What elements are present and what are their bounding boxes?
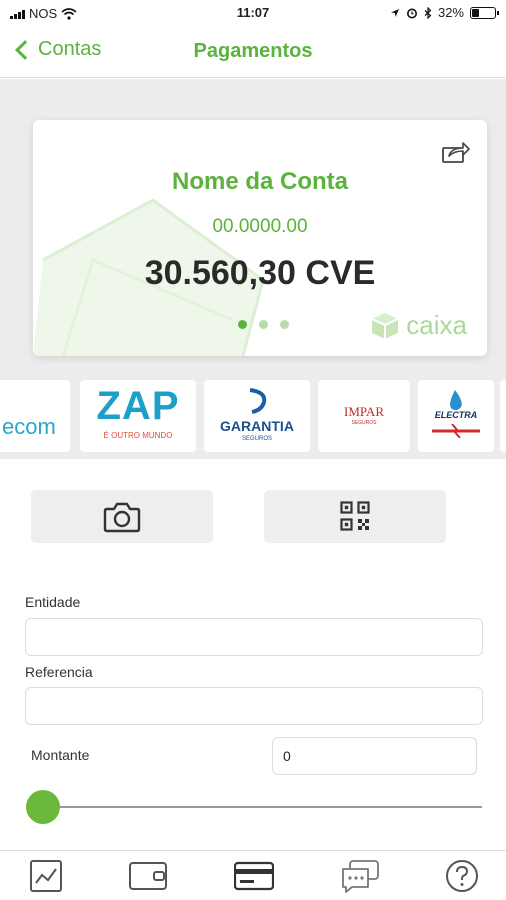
- merchant-name: IMPAR: [344, 404, 384, 419]
- page-dot[interactable]: [259, 320, 268, 329]
- merchant-tagline: SEGUROS: [241, 436, 272, 442]
- battery-icon: [470, 6, 499, 19]
- merchant-logo-zap[interactable]: ZAP É OUTRO MUNDO: [80, 380, 196, 452]
- merchant-logo-partial[interactable]: [500, 380, 506, 452]
- caixa-cube-icon: [371, 312, 399, 339]
- account-balance: 30.560,30 CVE: [144, 254, 376, 292]
- share-icon[interactable]: [441, 140, 471, 164]
- page-title: Pagamentos: [193, 40, 313, 62]
- entidade-input[interactable]: [26, 619, 482, 655]
- navigation-bar: Contas Pagamentos: [0, 28, 506, 78]
- status-right: 32%: [390, 5, 499, 20]
- chat-icon: [342, 860, 379, 893]
- montante-field[interactable]: [272, 737, 477, 775]
- water-drop-icon: [450, 390, 462, 411]
- slider-thumb[interactable]: [26, 790, 60, 824]
- brand-name: caixa: [406, 310, 467, 340]
- status-bar: NOS 11:07 32%: [0, 0, 506, 28]
- help-icon: [446, 860, 478, 892]
- merchant-name: ELECTRA: [434, 410, 478, 420]
- card-icon: [233, 861, 275, 891]
- page-dot[interactable]: [238, 320, 247, 329]
- referencia-label: Referencia: [25, 664, 93, 680]
- battery-percent: 32%: [437, 5, 464, 20]
- tab-help[interactable]: [442, 857, 482, 895]
- merchant-logo-impar[interactable]: IMPAR SEGUROS: [318, 380, 410, 452]
- montante-input[interactable]: [273, 738, 476, 774]
- referencia-field[interactable]: [25, 687, 483, 725]
- merchant-tagline: É OUTRO MUNDO: [103, 431, 173, 440]
- qr-scan-button[interactable]: [264, 490, 446, 543]
- wallet-icon: [129, 862, 167, 890]
- camera-icon: [103, 502, 141, 533]
- entidade-label: Entidade: [25, 594, 81, 610]
- account-name: Nome da Conta: [171, 168, 348, 195]
- qr-code-icon: [340, 501, 370, 531]
- account-card[interactable]: Nome da Conta 00.0000.00 30.560,30 CVE c…: [33, 120, 487, 356]
- camera-button[interactable]: [31, 490, 213, 543]
- page-indicator[interactable]: [238, 320, 289, 329]
- garantia-mark-icon: [249, 388, 267, 414]
- tab-bar: [0, 850, 506, 900]
- location-icon: [390, 8, 399, 17]
- amount-slider[interactable]: [26, 790, 482, 824]
- brand-logo: caixa: [370, 310, 467, 341]
- account-number: 00.0000.00: [212, 216, 308, 237]
- merchant-logo-electra[interactable]: ELECTRA: [418, 380, 494, 452]
- merchant-name: ZAP: [96, 384, 180, 428]
- tab-chart[interactable]: [26, 857, 66, 895]
- battery-fill: [472, 8, 480, 17]
- entidade-field[interactable]: [25, 618, 483, 656]
- page-dot[interactable]: [280, 320, 289, 329]
- electra-wave-icon: [432, 424, 480, 438]
- merchant-logo-garantia[interactable]: GARANTIA SEGUROS: [204, 380, 310, 452]
- alarm-icon: [406, 8, 417, 18]
- chart-icon: [30, 860, 62, 892]
- slider-track[interactable]: [36, 806, 482, 808]
- merchant-carousel[interactable]: ecom ZAP É OUTRO MUNDO GARANTIA SEGUROS …: [0, 380, 506, 452]
- merchant-name: GARANTIA: [220, 418, 294, 434]
- montante-label: Montante: [31, 747, 90, 763]
- merchant-name: ecom: [2, 414, 56, 439]
- tab-wallet[interactable]: [128, 857, 168, 895]
- bluetooth-icon: [424, 6, 432, 19]
- referencia-input[interactable]: [26, 688, 482, 724]
- merchant-logo-ecom[interactable]: ecom: [0, 380, 70, 452]
- tab-card[interactable]: [233, 857, 275, 895]
- merchant-tagline: SEGUROS: [351, 420, 377, 426]
- tab-messages[interactable]: [340, 857, 380, 895]
